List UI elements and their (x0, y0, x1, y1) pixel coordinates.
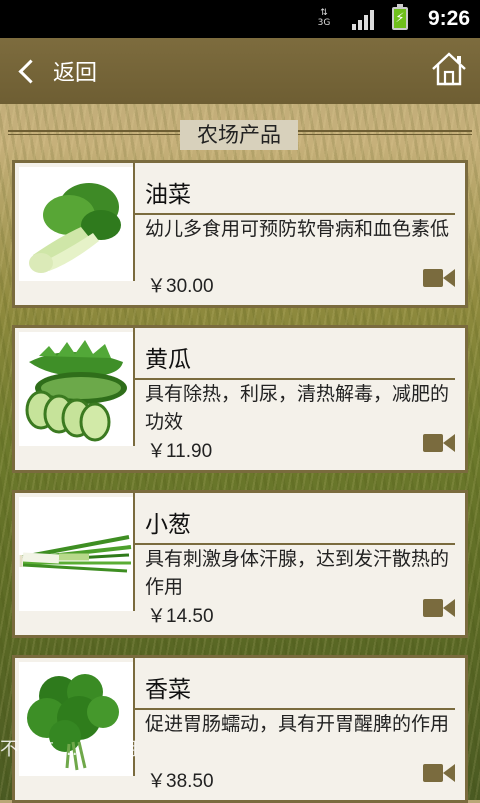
overlay-watermark: 不要吃 … 购可用 (0, 739, 138, 760)
divider (133, 328, 135, 446)
product-name: 黄瓜 (145, 347, 191, 373)
video-camera-icon[interactable] (423, 762, 455, 782)
section-title: 农场产品 (180, 120, 298, 150)
video-camera-icon[interactable] (423, 267, 455, 287)
scallion-image (19, 497, 133, 611)
video-camera-icon[interactable] (423, 432, 455, 452)
product-price: ￥38.50 (147, 771, 214, 792)
title-bar: 返回 (0, 38, 480, 104)
product-name: 小葱 (145, 512, 191, 538)
divider (133, 493, 135, 611)
product-description: 具有除热，利尿，清热解毒，减肥的功效 (145, 383, 450, 433)
product-card[interactable]: 小葱 具有刺激身体汗腺，达到发汗散热的作用 ￥14.50 (12, 490, 468, 638)
product-card[interactable]: 油菜 幼儿多食用可预防软骨病和血色素低 ￥30.00 (12, 160, 468, 308)
chevron-left-icon (18, 58, 43, 84)
product-card[interactable]: 香菜 促进胃肠蠕动，具有开胃醒脾的作用 ￥38.50 (12, 655, 468, 803)
product-description: 幼儿多食用可预防软骨病和血色素低 (145, 218, 450, 240)
product-description: 具有刺激身体汗腺，达到发汗散热的作用 (145, 548, 450, 598)
section-header: 农场产品 (0, 118, 480, 152)
product-description: 促进胃肠蠕动，具有开胃醒脾的作用 (145, 713, 450, 735)
product-price: ￥14.50 (147, 606, 214, 627)
home-icon[interactable] (430, 50, 468, 88)
cucumber-image (19, 332, 133, 446)
product-card[interactable]: 黄瓜 具有除热，利尿，清热解毒，减肥的功效 ￥11.90 (12, 325, 468, 473)
status-time: 9:26 (427, 7, 470, 30)
battery-icon: ⚡ (392, 4, 408, 30)
status-bar: ⇅ 3G ⚡ 9:26 (0, 0, 480, 38)
network-3g-icon: ⇅ 3G (317, 8, 331, 28)
back-label: 返回 (53, 61, 98, 86)
signal-icon (352, 10, 376, 30)
product-price: ￥30.00 (147, 276, 214, 297)
video-camera-icon[interactable] (423, 597, 455, 617)
product-name: 香菜 (145, 677, 191, 703)
back-button[interactable]: 返回 (14, 48, 97, 94)
product-name: 油菜 (145, 182, 191, 208)
divider (133, 163, 135, 281)
product-price: ￥11.90 (147, 441, 213, 462)
bok-choy-image (19, 167, 133, 281)
